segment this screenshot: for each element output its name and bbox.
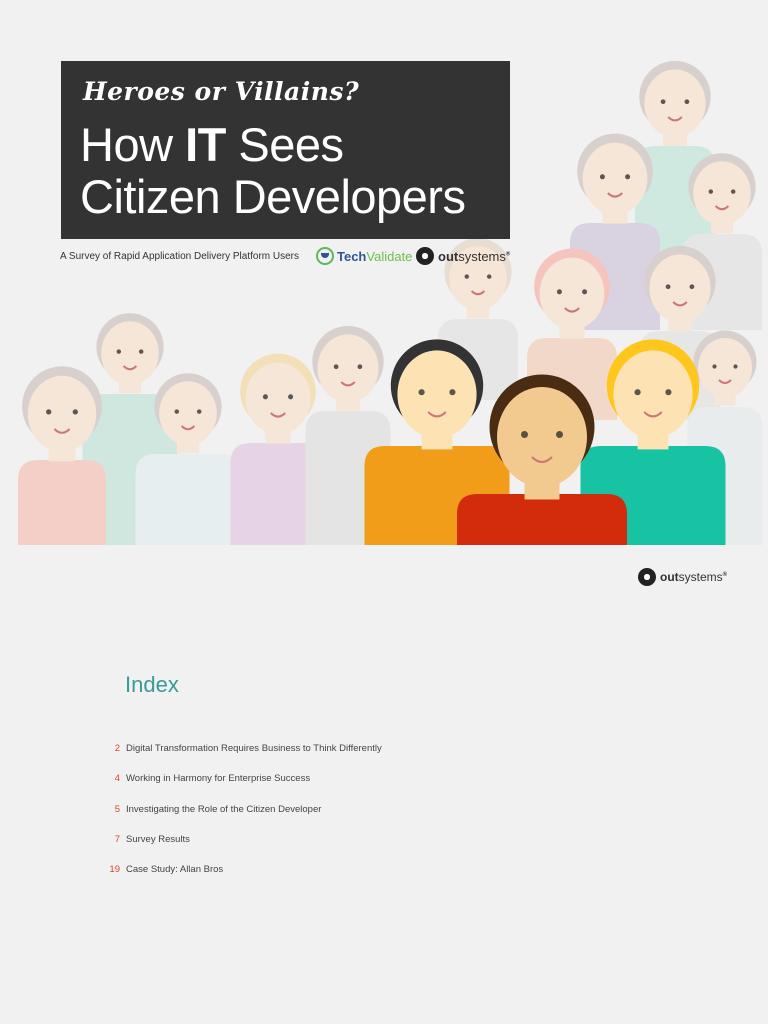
toc-page: 4 xyxy=(114,773,120,785)
outsystems-icon xyxy=(416,247,434,265)
toc-item[interactable]: 19 Case Study: Allan Bros xyxy=(100,864,420,894)
toc-label: Case Study: Allan Bros xyxy=(126,864,224,876)
logo-text: Tech xyxy=(337,248,367,264)
toc-item[interactable]: 2 Digital Transformation Requires Busines… xyxy=(100,743,420,773)
logo-text: out xyxy=(660,570,679,584)
page-title: How IT Sees Citizen Developers xyxy=(80,118,466,223)
toc-page: 2 xyxy=(114,743,120,754)
toc-page: 7 xyxy=(114,833,120,845)
logo-text: Validate xyxy=(366,248,413,264)
title-line2: Citizen Developers xyxy=(80,170,466,223)
toc-item[interactable]: 4 Working in Harmony for Enterprise Succe… xyxy=(100,773,420,803)
kicker: Heroes or Villains? xyxy=(83,77,360,106)
toc-item[interactable]: 7 Survey Results xyxy=(100,834,420,864)
title-part: How xyxy=(80,118,186,171)
logo-text: out xyxy=(438,248,459,264)
title-bold: IT xyxy=(185,118,226,171)
title-part: Sees xyxy=(225,118,344,171)
logo-text: systems xyxy=(678,570,723,584)
toc-label: Digital Transformation Requires Business… xyxy=(126,743,382,754)
outsystems-logo: outsystems® xyxy=(416,247,510,265)
title-box: Heroes or Villains? How IT Sees Citizen … xyxy=(61,61,510,239)
outsystems-icon xyxy=(638,568,656,586)
toc-page: 5 xyxy=(114,803,120,815)
toc-label: Survey Results xyxy=(126,833,190,845)
table-of-contents: 2 Digital Transformation Requires Busines… xyxy=(100,743,420,894)
logo-text: systems xyxy=(458,248,506,264)
toc-label: Working in Harmony for Enterprise Succes… xyxy=(126,773,311,785)
index-title: Index xyxy=(125,672,179,697)
toc-label: Investigating the Role of the Citizen De… xyxy=(126,803,322,815)
subtitle: A Survey of Rapid Application Delivery P… xyxy=(60,251,299,262)
toc-item[interactable]: 5 Investigating the Role of the Citizen D… xyxy=(100,804,420,834)
toc-page: 19 xyxy=(109,864,120,876)
outsystems-logo-footer: outsystems® xyxy=(638,568,727,586)
techvalidate-logo: Tech Validate xyxy=(316,247,412,265)
techvalidate-icon xyxy=(316,247,334,265)
